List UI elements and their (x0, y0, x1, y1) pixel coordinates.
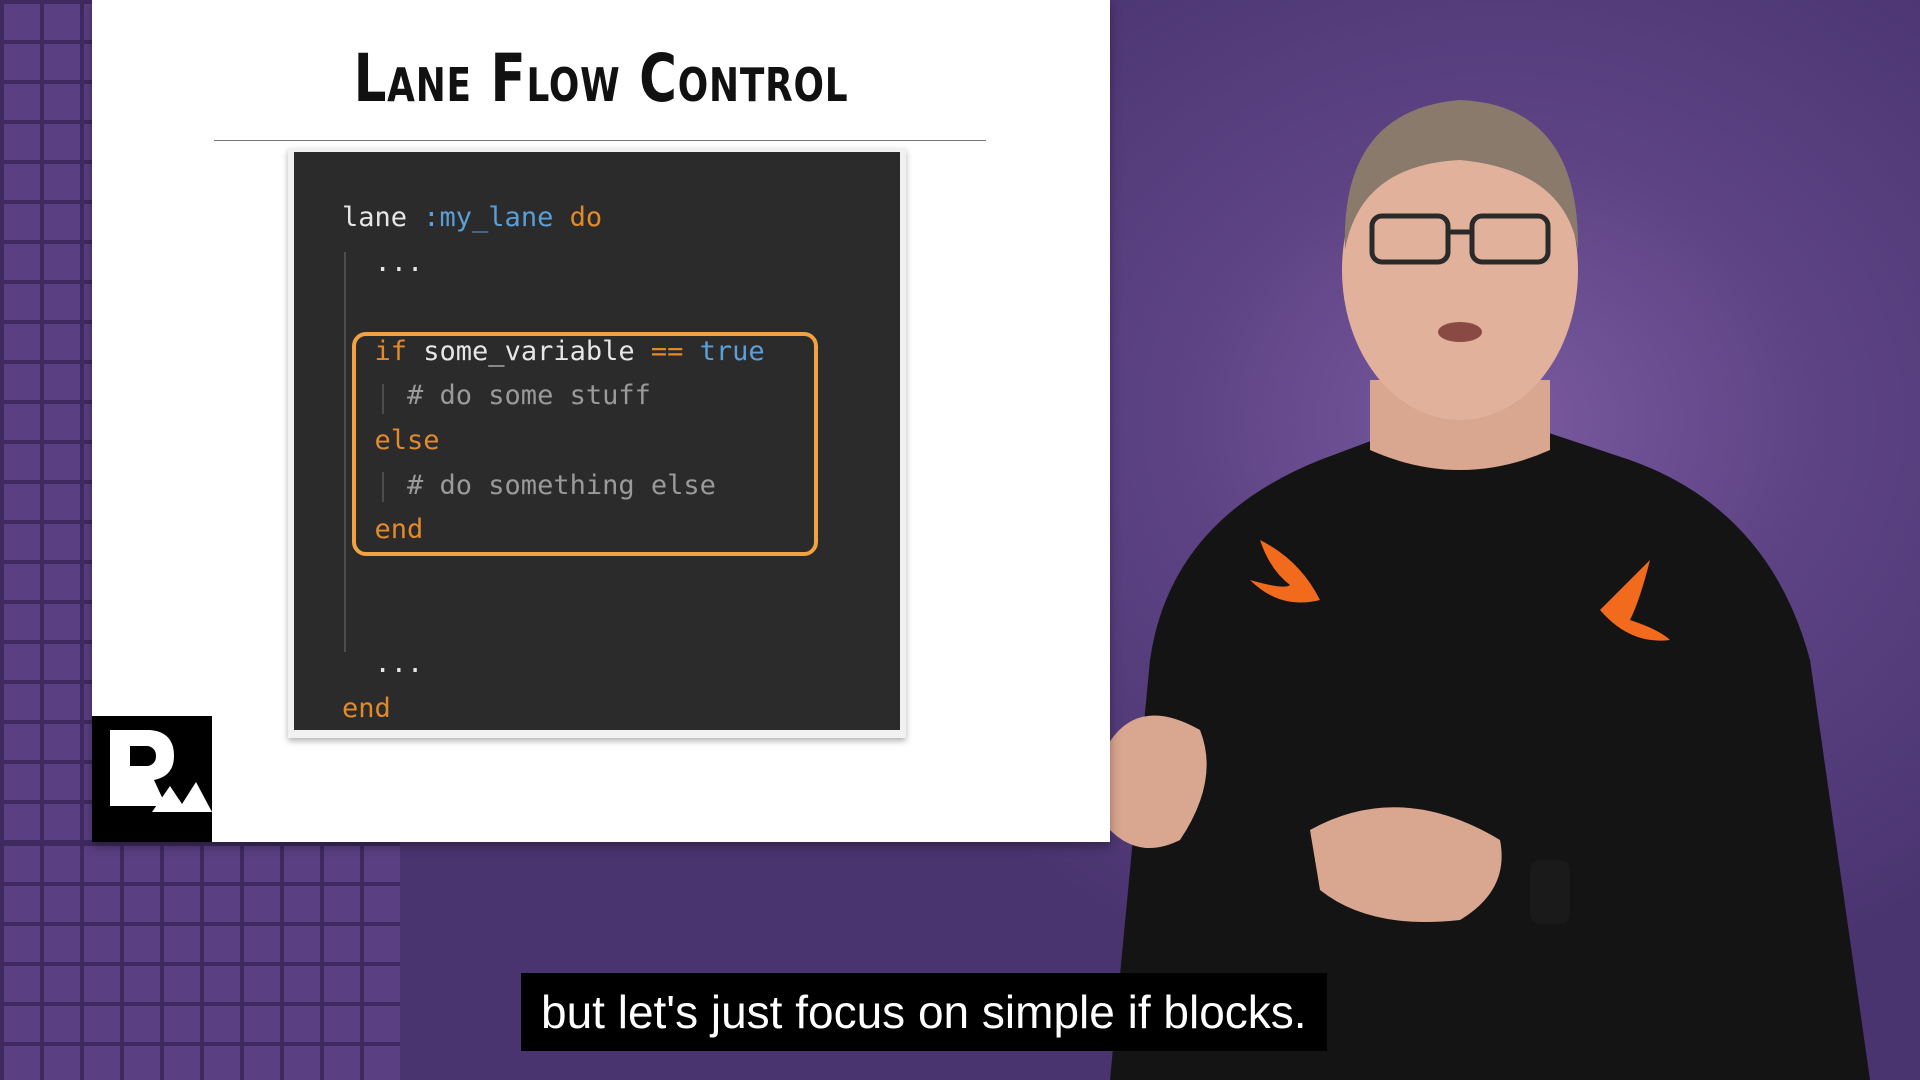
code-token: end (342, 692, 391, 724)
code-line: end (342, 693, 391, 725)
presenter (1100, 100, 1870, 1080)
code-line: ... (342, 648, 424, 680)
rw-logo-icon (92, 716, 212, 842)
code-token: ... (342, 648, 424, 679)
if-block-highlight (352, 332, 818, 556)
code-frame: lane :my_lane do ... if some_variable ==… (288, 148, 906, 738)
tile-wall-bottom (0, 842, 400, 1080)
code-token: lane (342, 202, 424, 233)
code-line: ... (342, 246, 424, 279)
presentation-slide: Lane Flow Control lane :my_lane do ... i… (92, 0, 1110, 842)
code-token: ... (342, 246, 424, 278)
code-token: :my_lane (423, 202, 554, 233)
subtitle-caption: but let's just focus on simple if blocks… (521, 973, 1327, 1051)
code-line: lane :my_lane do (342, 202, 602, 234)
code-token: do (553, 202, 603, 233)
subtitle-text: but let's just focus on simple if blocks… (541, 986, 1307, 1038)
title-divider (214, 140, 986, 141)
code-panel: lane :my_lane do ... if some_variable ==… (294, 152, 900, 730)
slide-title: Lane Flow Control (353, 40, 849, 117)
